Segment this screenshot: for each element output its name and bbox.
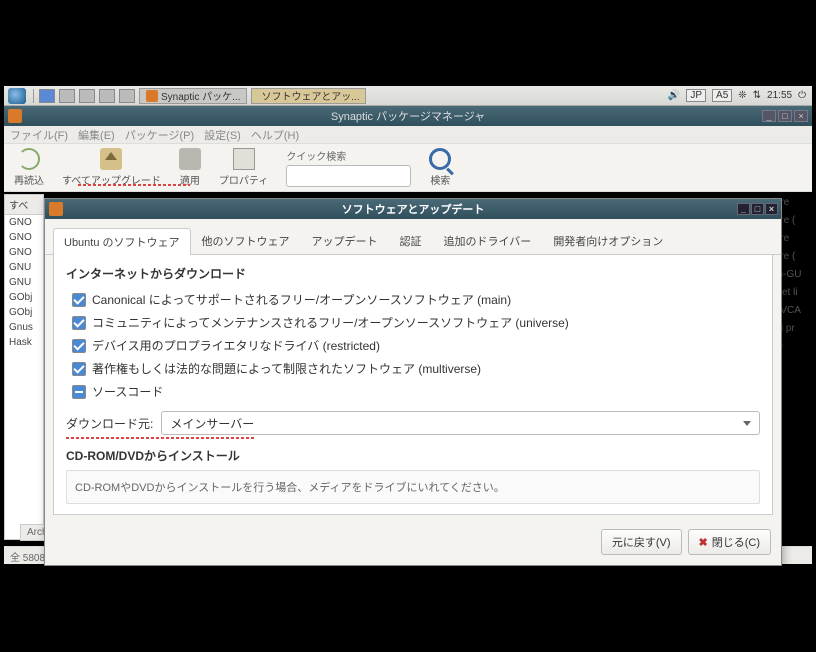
chevron-down-icon <box>743 421 751 426</box>
reload-icon <box>18 148 40 170</box>
checkbox-restricted[interactable] <box>72 339 86 353</box>
properties-button[interactable]: プロパティ <box>219 148 268 187</box>
tab-developer-options[interactable]: 開発者向けオプション <box>542 227 674 254</box>
quick-search-label: クイック検索 <box>286 148 411 163</box>
checkbox-universe[interactable] <box>72 316 86 330</box>
system-tray: 🔊 JP A5 ❊ ⇅ 21:55 ⏻ <box>668 89 812 102</box>
checkbox-restricted-label: デバイス用のプロプライエタリなドライバ (restricted) <box>92 337 380 354</box>
sidebar-item[interactable]: GNU <box>5 275 43 290</box>
close-icon[interactable]: × <box>765 203 778 215</box>
close-icon[interactable]: × <box>794 110 808 122</box>
cdrom-hint-box: CD-ROMやDVDからインストールを行う場合、メディアをドライブにいれてくださ… <box>66 470 760 504</box>
tab-updates[interactable]: アップデート <box>301 227 389 254</box>
reload-button[interactable]: 再読込 <box>14 148 44 187</box>
properties-icon <box>233 148 255 170</box>
close-icon: ✖ <box>699 536 708 549</box>
highlight-underline <box>78 184 190 186</box>
sidebar-item[interactable]: GNO <box>5 230 43 245</box>
highlight-underline <box>66 437 256 439</box>
download-server-select[interactable]: メインサーバー <box>161 411 760 435</box>
keyboard-layout[interactable]: A5 <box>712 89 732 102</box>
upgrade-icon <box>100 148 122 170</box>
checkbox-universe-label: コミュニティによってメンテナンスされるフリー/オープンソースソフトウェア (un… <box>92 314 569 331</box>
synaptic-menubar: ファイル(F) 編集(E) パッケージ(P) 設定(S) ヘルプ(H) <box>4 126 812 144</box>
checkbox-multiverse-label: 著作権もしくは法的な問題によって制限されたソフトウェア (multiverse) <box>92 360 481 377</box>
ime-indicator[interactable]: JP <box>686 89 706 102</box>
maximize-icon[interactable]: □ <box>751 203 764 215</box>
taskbar-item-synaptic[interactable]: Synaptic パッケ... <box>139 88 247 104</box>
category-sidebar[interactable]: すべ GNOGNOGNOGNUGNUGObjGObjGnusHask <box>4 194 44 540</box>
tab-other-software[interactable]: 他のソフトウェア <box>191 227 301 254</box>
start-menu-icon[interactable] <box>8 88 26 104</box>
menu-file[interactable]: ファイル(F) <box>10 127 68 143</box>
revert-button[interactable]: 元に戻す(V) <box>601 529 682 555</box>
menu-settings[interactable]: 設定(S) <box>204 127 241 143</box>
menu-package[interactable]: パッケージ(P) <box>125 127 194 143</box>
synaptic-titlebar[interactable]: Synaptic パッケージマネージャ _ □ × <box>4 106 812 126</box>
download-from-label: ダウンロード元: <box>66 415 153 432</box>
checkbox-main[interactable] <box>72 293 86 307</box>
dialog-app-icon <box>49 202 63 216</box>
panel-launcher-icon[interactable] <box>99 89 115 103</box>
tab-content: インターネットからダウンロード Canonical によってサポートされるフリー… <box>53 255 773 515</box>
close-button[interactable]: ✖閉じる(C) <box>688 529 772 555</box>
checkbox-main-label: Canonical によってサポートされるフリー/オープンソースソフトウェア (… <box>92 291 511 308</box>
checkbox-source-label: ソースコード <box>92 383 163 400</box>
bluetooth-icon[interactable]: ❊ <box>738 90 746 101</box>
upgrade-all-button[interactable]: すべてアップグレード <box>62 148 161 187</box>
section-internet-download: インターネットからダウンロード <box>66 265 760 282</box>
minimize-icon[interactable]: _ <box>737 203 750 215</box>
search-icon <box>429 148 451 170</box>
dialog-title: ソフトウェアとアップデート <box>342 201 485 217</box>
dialog-titlebar[interactable]: ソフトウェアとアップデート _ □ × <box>45 199 781 219</box>
checkbox-source[interactable] <box>72 385 86 399</box>
sidebar-item[interactable]: GNU <box>5 260 43 275</box>
taskbar-label: ソフトウェアとアッ... <box>261 88 359 103</box>
window-title: Synaptic パッケージマネージャ <box>331 108 485 124</box>
dialog-tabs: Ubuntu のソフトウェア 他のソフトウェア アップデート 認証 追加のドライ… <box>45 219 781 255</box>
taskbar-label: Synaptic パッケ... <box>161 88 240 103</box>
quick-search-input[interactable] <box>286 165 411 187</box>
taskbar-item-software[interactable]: ソフトウェアとアッ... <box>251 88 366 104</box>
synaptic-app-icon <box>8 109 22 123</box>
clock[interactable]: 21:55 <box>767 90 792 101</box>
sidebar-item[interactable]: GNO <box>5 215 43 230</box>
menu-help[interactable]: ヘルプ(H) <box>251 127 299 143</box>
panel-launcher-icon[interactable] <box>79 89 95 103</box>
download-server-value: メインサーバー <box>170 415 254 432</box>
network-icon[interactable]: ⇅ <box>753 90 761 101</box>
section-cdrom: CD-ROM/DVDからインストール <box>66 447 760 464</box>
software-updates-dialog: ソフトウェアとアップデート _ □ × Ubuntu のソフトウェア 他のソフト… <box>44 198 782 566</box>
sidebar-item[interactable]: GNO <box>5 245 43 260</box>
maximize-icon[interactable]: □ <box>778 110 792 122</box>
sidebar-item[interactable]: Gnus <box>5 320 43 335</box>
desktop-panel: Synaptic パッケ... ソフトウェアとアッ... 🔊 JP A5 ❊ ⇅… <box>4 86 812 106</box>
apply-button[interactable]: 適用 <box>179 148 201 187</box>
apply-icon <box>179 148 201 170</box>
panel-launcher-icon[interactable] <box>59 89 75 103</box>
sidebar-item[interactable]: GObj <box>5 305 43 320</box>
menu-edit[interactable]: 編集(E) <box>78 127 115 143</box>
sidebar-item[interactable]: GObj <box>5 290 43 305</box>
power-icon[interactable]: ⏻ <box>798 90 806 101</box>
checkbox-multiverse[interactable] <box>72 362 86 376</box>
search-button[interactable]: 検索 <box>429 148 451 187</box>
sidebar-item[interactable]: Hask <box>5 335 43 350</box>
sidebar-header: すべ <box>5 195 43 215</box>
tab-ubuntu-software[interactable]: Ubuntu のソフトウェア <box>53 228 191 255</box>
tab-authentication[interactable]: 認証 <box>389 227 433 254</box>
panel-launcher-icon[interactable] <box>39 89 55 103</box>
panel-launcher-icon[interactable] <box>119 89 135 103</box>
minimize-icon[interactable]: _ <box>762 110 776 122</box>
tab-additional-drivers[interactable]: 追加のドライバー <box>433 227 543 254</box>
volume-icon[interactable]: 🔊 <box>668 90 680 101</box>
